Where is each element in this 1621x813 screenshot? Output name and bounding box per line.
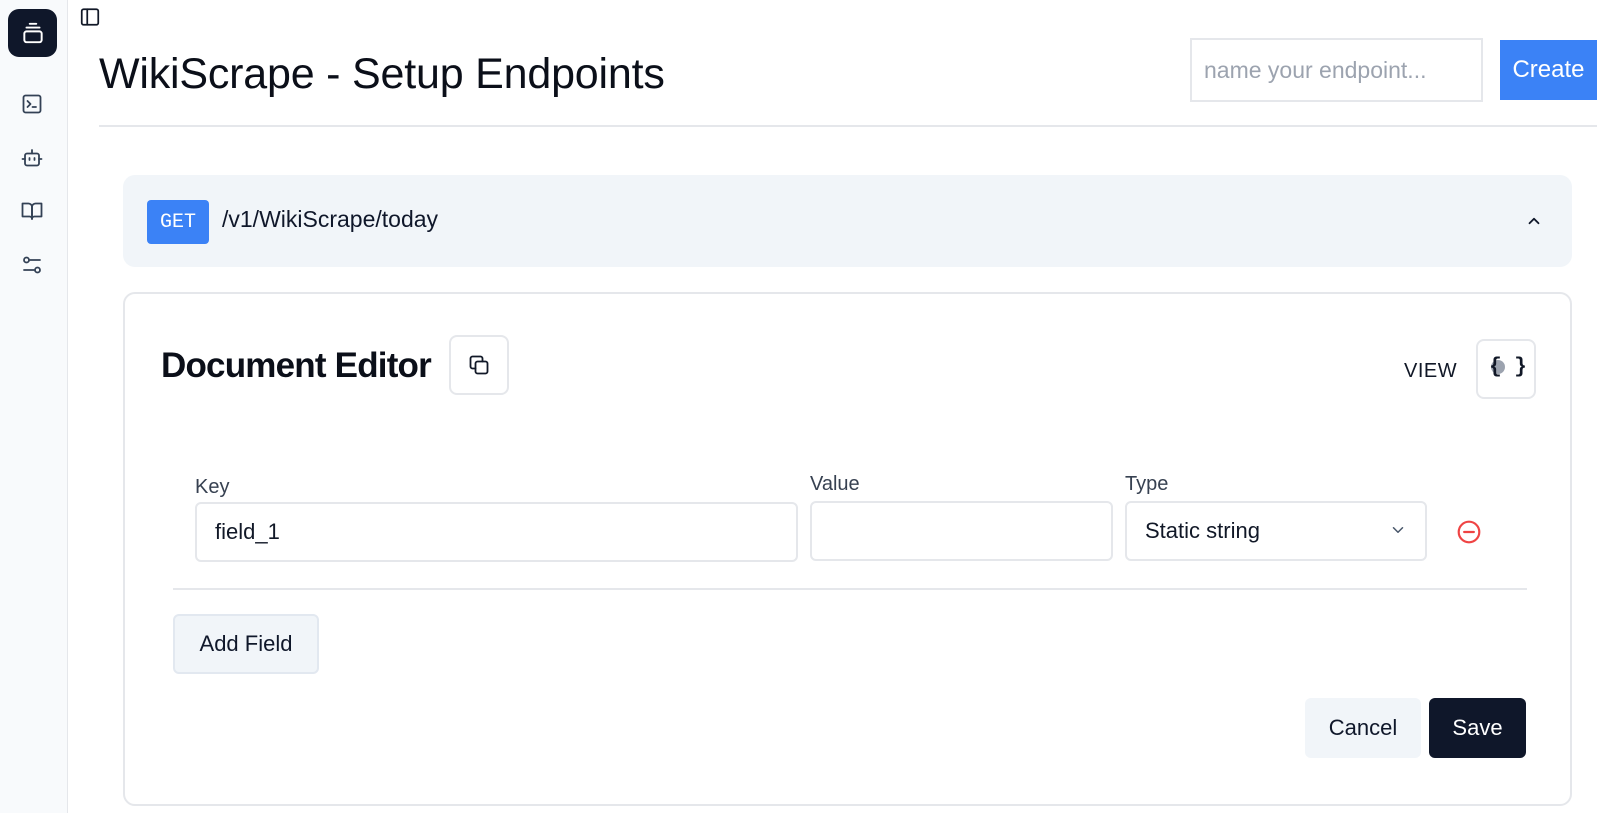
bot-icon xyxy=(21,149,43,167)
icon-rail xyxy=(0,0,68,813)
page-title: WikiScrape - Setup Endpoints xyxy=(99,50,665,98)
terminal-icon xyxy=(22,94,42,114)
key-label: Key xyxy=(195,476,230,498)
create-button[interactable]: Create xyxy=(1500,40,1597,100)
type-label: Type xyxy=(1125,473,1169,495)
book-open-icon xyxy=(21,202,43,220)
endpoint-name-input[interactable] xyxy=(1190,38,1483,102)
save-button[interactable]: Save xyxy=(1429,698,1526,758)
settings-button[interactable] xyxy=(17,250,47,280)
chevron-up-icon[interactable] xyxy=(1522,209,1546,233)
remove-field-button[interactable] xyxy=(1456,519,1482,545)
app-logo-button[interactable] xyxy=(8,9,57,57)
value-input[interactable] xyxy=(810,501,1113,561)
bot-button[interactable] xyxy=(17,143,47,173)
value-label: Value xyxy=(810,473,860,495)
http-method-badge: GET xyxy=(147,200,209,244)
minus-circle-icon xyxy=(1457,520,1481,544)
type-select[interactable]: Static string xyxy=(1125,501,1427,561)
type-select-value: Static string xyxy=(1145,518,1260,543)
header-divider xyxy=(99,125,1597,127)
add-field-button[interactable]: Add Field xyxy=(173,614,319,674)
field-row-divider xyxy=(173,588,1527,590)
docs-button[interactable] xyxy=(17,196,47,226)
settings-sliders-icon xyxy=(23,256,41,274)
key-input[interactable] xyxy=(195,502,798,562)
view-label: VIEW xyxy=(1404,360,1458,382)
copy-icon xyxy=(469,355,489,375)
json-view-toggle[interactable]: { } xyxy=(1476,339,1536,399)
terminal-button[interactable] xyxy=(17,89,47,119)
endpoint-accordion-header[interactable]: GET /v1/WikiScrape/today xyxy=(123,175,1572,267)
endpoint-path: /v1/WikiScrape/today xyxy=(222,206,439,232)
panel-left-icon xyxy=(80,8,100,26)
sidebar-toggle-button[interactable] xyxy=(77,4,103,30)
chevron-down-icon xyxy=(1392,527,1404,533)
braces-icon: { } xyxy=(1489,355,1527,379)
document-editor-card: Document Editor VIEW { } Key Value Type … xyxy=(123,292,1572,806)
copy-document-button[interactable] xyxy=(449,335,509,395)
cancel-button[interactable]: Cancel xyxy=(1305,698,1421,758)
app-logo-icon xyxy=(22,22,43,44)
editor-title: Document Editor xyxy=(161,346,432,385)
